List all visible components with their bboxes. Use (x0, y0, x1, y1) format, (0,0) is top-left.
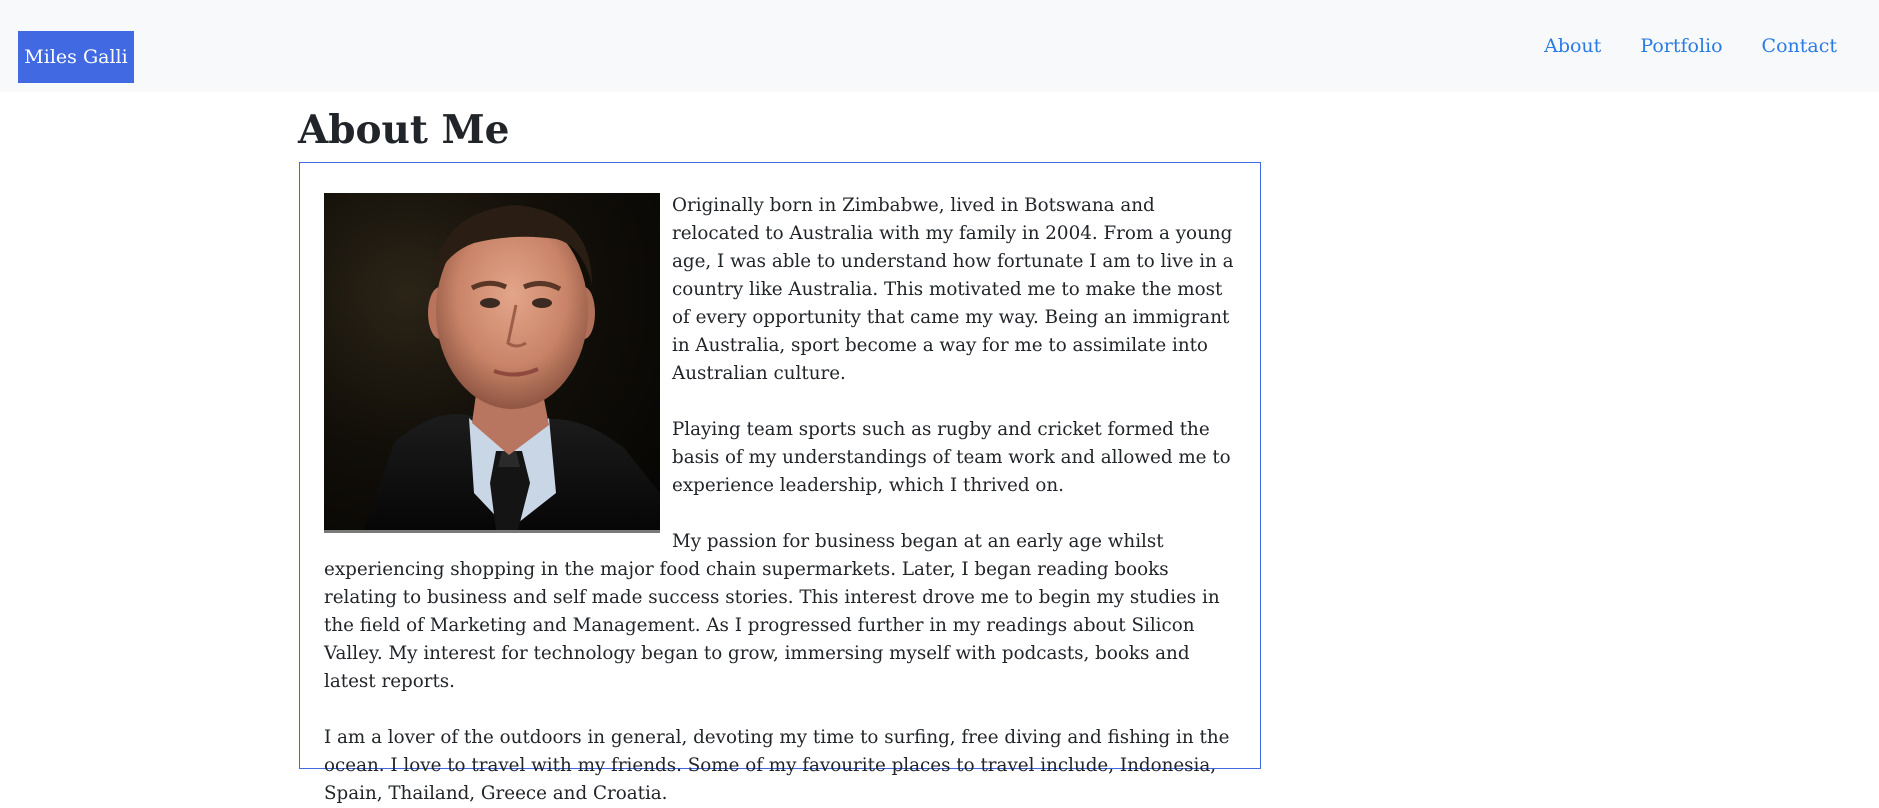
about-section: Originally born in Zimbabwe, lived in Bo… (299, 162, 1261, 804)
about-text: Originally born in Zimbabwe, lived in Bo… (324, 192, 1236, 808)
nav-link-contact[interactable]: Contact (1762, 34, 1837, 58)
profile-photo (324, 193, 660, 533)
page-title: About Me (298, 107, 510, 153)
paragraph-outdoors: I am a lover of the outdoors in general,… (324, 727, 1230, 804)
navbar: Miles Galli About Portfolio Contact (0, 0, 1879, 92)
nav-link-about[interactable]: About (1544, 34, 1601, 58)
paragraph-business: My passion for business began at an earl… (324, 531, 1220, 692)
nav-links: About Portfolio Contact (1505, 34, 1837, 58)
nav-link-portfolio[interactable]: Portfolio (1640, 34, 1722, 58)
brand-link[interactable]: Miles Galli (18, 31, 134, 83)
